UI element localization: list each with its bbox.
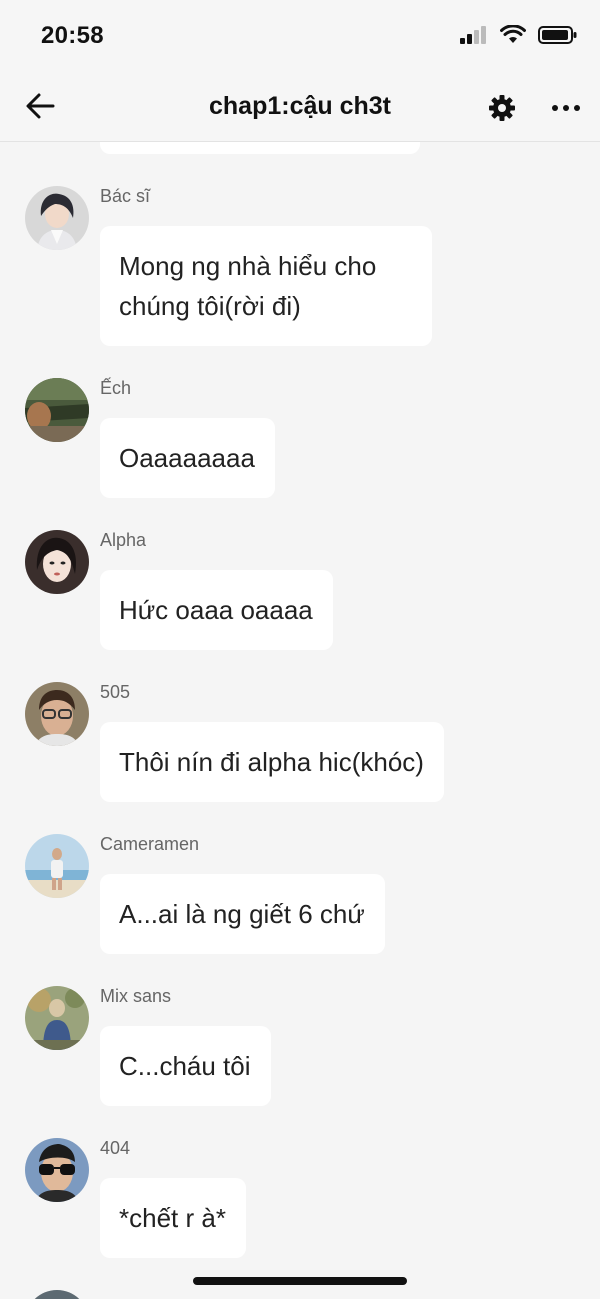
avatar-icon[interactable] xyxy=(25,682,89,746)
chat-message: Cameramen A...ai là ng giết 6 chứ xyxy=(0,834,600,954)
message-bubble[interactable]: C...cháu tôi xyxy=(100,1026,271,1106)
gear-icon xyxy=(489,95,515,121)
chat-message: Bác sĩ Mong ng nhà hiểu cho chúng tôi(rờ… xyxy=(0,186,600,396)
previous-message-bubble[interactable] xyxy=(100,142,420,154)
sender-name: 404 xyxy=(100,1138,131,1158)
sender-name: Alpha xyxy=(100,530,147,550)
sender-name: Bác sĩ xyxy=(100,186,151,206)
avatar-icon[interactable] xyxy=(25,834,89,898)
chat-message: 505 Thôi nín đi alpha hic(khóc) xyxy=(0,682,600,802)
wifi-icon xyxy=(500,25,526,43)
battery-icon xyxy=(538,26,577,44)
chat-message: 404 *chết r à* xyxy=(0,1138,600,1258)
settings-button[interactable] xyxy=(484,90,520,126)
avatar-icon[interactable] xyxy=(25,1290,89,1299)
chat-list[interactable]: Bác sĩ Mong ng nhà hiểu cho chúng tôi(rờ… xyxy=(0,142,600,1299)
avatar-icon[interactable] xyxy=(25,530,89,594)
message-bubble[interactable]: Thôi nín đi alpha hic(khóc) xyxy=(100,722,444,802)
more-dots-icon xyxy=(552,105,580,111)
chat-message: Alpha Hức oaaa oaaaa xyxy=(0,530,600,650)
message-bubble[interactable]: Mong ng nhà hiểu cho chúng tôi(rời đi) xyxy=(100,226,432,346)
chat-message: Mix sans C...cháu tôi xyxy=(0,986,600,1106)
signal-icon xyxy=(460,26,486,44)
nav-bar: chap1:cậu ch3t xyxy=(0,72,600,142)
status-time: 20:58 xyxy=(41,22,104,49)
message-bubble[interactable]: Hức oaaa oaaaa xyxy=(100,570,333,650)
message-bubble[interactable]: *chết r à* xyxy=(100,1178,246,1258)
more-options-button[interactable] xyxy=(546,90,586,126)
sender-name: Mix sans xyxy=(100,986,172,1006)
message-bubble[interactable]: Oaaaaaaaa xyxy=(100,418,275,498)
avatar-icon[interactable] xyxy=(25,1138,89,1202)
status-icons xyxy=(460,25,578,45)
sender-name: Ếch xyxy=(100,378,132,398)
sender-name: 505 xyxy=(100,682,131,702)
chat-message-partial xyxy=(0,1290,600,1299)
chat-screen: 20:58 chap1:cậu ch3t Bác sĩ Mong ng nhà … xyxy=(0,0,600,1299)
avatar-icon[interactable] xyxy=(25,378,89,442)
chat-message: Ếch Oaaaaaaaa xyxy=(0,378,600,498)
sender-name: Cameramen xyxy=(100,834,200,854)
home-indicator[interactable] xyxy=(193,1277,407,1285)
avatar-icon[interactable] xyxy=(25,986,89,1050)
avatar-icon[interactable] xyxy=(25,186,89,250)
status-bar: 20:58 xyxy=(0,0,600,72)
message-bubble[interactable]: A...ai là ng giết 6 chứ xyxy=(100,874,385,954)
